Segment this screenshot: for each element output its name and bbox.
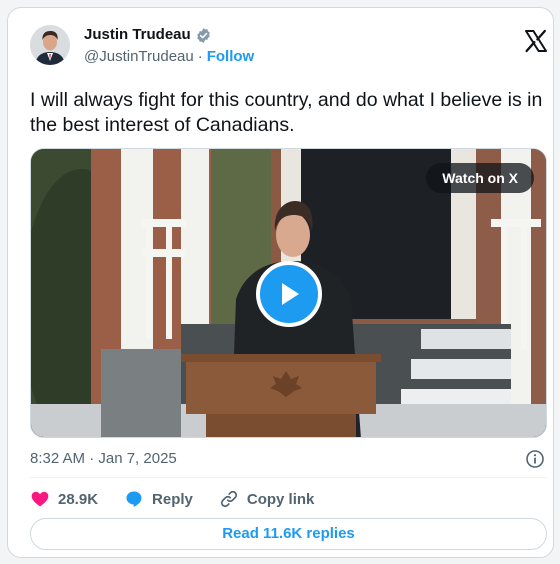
author-handle[interactable]: @JustinTrudeau [84, 47, 194, 67]
watch-on-x-button[interactable]: Watch on X [426, 163, 534, 193]
verified-badge-icon [196, 27, 210, 43]
like-count: 28.9K [58, 490, 99, 508]
tweet-timestamp[interactable]: 8:32 AM · Jan 7, 2025 [30, 449, 177, 469]
copy-link-button[interactable]: Copy link [219, 489, 315, 509]
copy-link-label: Copy link [246, 490, 315, 508]
author-name[interactable]: Justin Trudeau [84, 25, 191, 45]
avatar[interactable] [30, 25, 70, 65]
play-icon [282, 283, 299, 305]
separator-dot: · [197, 48, 203, 65]
video-media[interactable]: Watch on X [30, 148, 547, 438]
tweet-embed-card: Justin Trudeau @JustinTrudeau · Follow I… [7, 7, 554, 558]
tweet-text: I will always fight for this country, an… [30, 89, 543, 136]
author-name-row: Justin Trudeau [84, 25, 212, 45]
x-logo-icon[interactable] [524, 29, 548, 53]
reply-label: Reply [152, 490, 193, 508]
read-replies-button[interactable]: Read 11.6K replies [30, 518, 547, 550]
follow-button[interactable]: Follow [207, 47, 255, 67]
heart-icon [31, 491, 49, 507]
play-button[interactable] [256, 261, 322, 327]
info-icon[interactable] [525, 449, 545, 469]
divider [30, 477, 547, 478]
reply-bubble-icon [126, 491, 142, 507]
reply-button[interactable]: Reply [124, 489, 193, 509]
handle-row: @JustinTrudeau · Follow [84, 47, 254, 67]
action-bar: 28.9K Reply Copy link [30, 487, 340, 511]
like-button[interactable]: 28.9K [30, 489, 98, 509]
link-icon [220, 490, 237, 508]
